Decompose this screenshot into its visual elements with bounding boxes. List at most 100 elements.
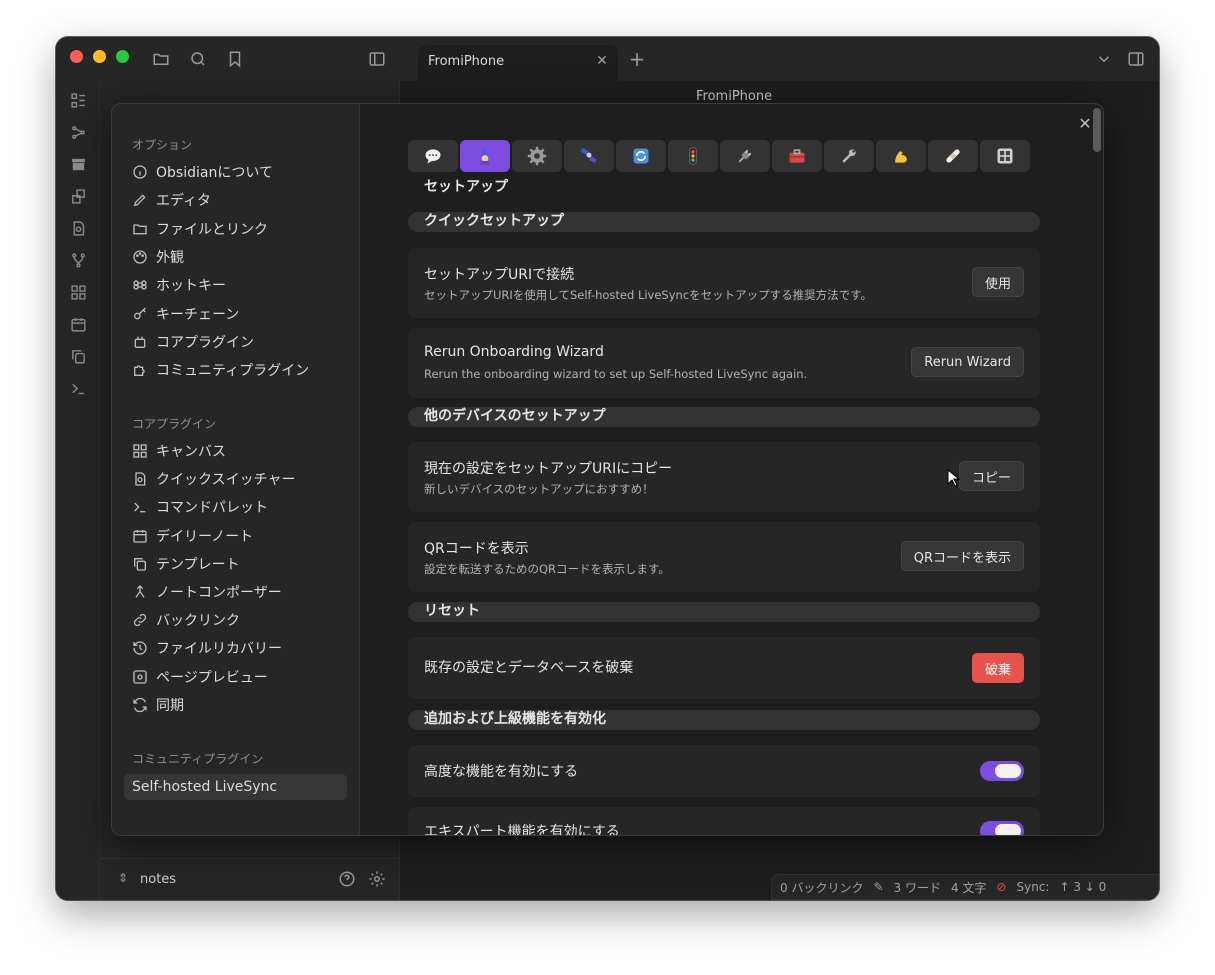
sidebar-item-label: エディタ: [156, 193, 212, 210]
setting-name: Rerun Onboarding Wizard: [424, 344, 604, 360]
plug-icon: [738, 149, 752, 163]
vault-switcher[interactable]: ⇕ notes: [100, 858, 400, 900]
tab-grid[interactable]: [980, 140, 1030, 172]
satellite-icon: [580, 147, 597, 164]
info-circle-icon: [133, 165, 147, 179]
sidebar-item[interactable]: Obsidianについて: [132, 159, 273, 185]
sidebar-item-label: キーチェーン: [156, 306, 240, 323]
sidebar-item[interactable]: デイリーノート: [132, 523, 253, 549]
close-window-button[interactable]: [70, 50, 83, 63]
sidebar-item[interactable]: コアプラグイン: [132, 329, 254, 355]
sidebar-item[interactable]: ページプレビュー: [132, 664, 268, 690]
search-icon[interactable]: [187, 48, 209, 70]
sidebar-item[interactable]: エディタ: [132, 187, 211, 213]
git-branch-icon[interactable]: [67, 249, 89, 271]
tab-toolbox[interactable]: [772, 140, 822, 172]
calendar-icon: [133, 529, 147, 543]
sidebar-item[interactable]: キャンバス: [132, 438, 226, 464]
sidebar-item-label: 同期: [156, 697, 184, 714]
tab-traffic-light[interactable]: [668, 140, 718, 172]
expert-features-toggle[interactable]: [980, 821, 1024, 835]
zoom-window-button[interactable]: [116, 50, 129, 63]
sidebar-item[interactable]: ファイルとリンク: [132, 216, 268, 242]
pencil-icon: [133, 194, 146, 207]
sidebar-item-label: Obsidianについて: [156, 165, 273, 181]
char-count: 4 文字: [950, 880, 987, 895]
sidebar-item[interactable]: キーチェーン: [132, 301, 239, 327]
tab-close-icon[interactable]: ✕: [594, 53, 610, 69]
chevron-up-down-icon: ⇕: [118, 871, 129, 885]
sidebar-item[interactable]: 同期: [132, 692, 184, 718]
tab-refresh[interactable]: [616, 140, 666, 172]
muscle-icon: [895, 151, 907, 163]
advanced-features-toggle[interactable]: [980, 761, 1024, 781]
settings-gear-icon[interactable]: [368, 870, 388, 890]
sync-status-icon[interactable]: [67, 185, 89, 207]
tab-satellite[interactable]: [564, 140, 614, 172]
tab-fromiphone[interactable]: FromiPhone ✕: [418, 45, 618, 81]
setting-name: 現在の設定をセットアップURIにコピー: [424, 461, 673, 477]
title-bar: FromiPhone ✕ +: [56, 37, 1159, 81]
section-title: クイックセットアップ: [424, 213, 564, 229]
folder-icon[interactable]: [150, 48, 172, 70]
help-icon[interactable]: [338, 870, 358, 890]
sync-counts: ↑ 3 ↓ 0: [1059, 880, 1107, 894]
tab-bandage[interactable]: [928, 140, 978, 172]
sidebar-item[interactable]: ノートコンポーザー: [132, 579, 282, 605]
terminal-icon[interactable]: [67, 377, 89, 399]
wrench-icon: [842, 149, 856, 163]
settings-sidebar: オプション Obsidianについて エディタファイルとリンク 外観 ホットキーキーチ…: [112, 104, 360, 835]
tab-muscle[interactable]: [876, 140, 926, 172]
sidebar-item[interactable]: バックリンク: [132, 607, 240, 633]
sync-icon: [133, 697, 147, 712]
setting-expert-features: エキスパート機能を有効にする: [408, 807, 1040, 835]
show-qr-button[interactable]: QRコードを表示: [900, 541, 1024, 571]
section-quick-setup: クイックセットアップ: [408, 212, 1040, 232]
archive-icon[interactable]: [67, 153, 89, 175]
calendar-icon[interactable]: [67, 313, 89, 335]
chevron-down-icon[interactable]: [1093, 48, 1115, 70]
copy-icon[interactable]: [67, 345, 89, 367]
section-advanced: 追加および上級機能を有効化: [408, 710, 1040, 730]
tab-speech-bubble[interactable]: [408, 140, 458, 172]
section-title: リセット: [424, 603, 480, 619]
tab-gear[interactable]: [512, 140, 562, 172]
group-options: オプション: [132, 138, 193, 152]
backlinks-count[interactable]: 0 バックリンク: [780, 879, 863, 896]
sync-off-icon[interactable]: ⊘: [996, 880, 1006, 894]
new-tab-button[interactable]: +: [626, 47, 648, 71]
section-title: 他のデバイスのセットアップ: [424, 408, 606, 424]
file-search-icon[interactable]: [67, 217, 89, 239]
sidebar-item[interactable]: ホットキー: [132, 272, 226, 298]
tab-wrench[interactable]: [824, 140, 874, 172]
copy-icon: [134, 557, 146, 571]
tab-wizard[interactable]: [460, 140, 510, 172]
rerun-wizard-button[interactable]: Rerun Wizard: [911, 347, 1024, 377]
network-icon[interactable]: [67, 121, 89, 143]
modal-close-icon[interactable]: ✕: [1075, 114, 1095, 134]
sidebar-item[interactable]: 外観: [132, 244, 184, 270]
copy-button[interactable]: コピー: [958, 461, 1024, 491]
sidebar-toggle-icon[interactable]: [366, 48, 388, 70]
refresh-icon: [633, 148, 649, 164]
setting-name: セットアップURIで接続: [424, 267, 575, 283]
tab-plug[interactable]: [720, 140, 770, 172]
discard-button[interactable]: 破棄: [971, 653, 1024, 683]
sidebar-item[interactable]: コマンドパレット: [132, 494, 268, 520]
sidebar-item[interactable]: クイックスイッチャー: [132, 466, 295, 492]
right-sidebar-toggle-icon[interactable]: [1125, 48, 1147, 70]
sidebar-item-self-hosted-livesync[interactable]: Self-hosted LiveSync: [124, 774, 347, 800]
sidebar-item[interactable]: コミュニティプラグイン: [132, 357, 309, 383]
scrollbar[interactable]: [1093, 108, 1101, 152]
graph-icon[interactable]: [67, 89, 89, 111]
minimize-window-button[interactable]: [93, 50, 106, 63]
sidebar-item-label: コミュニティプラグイン: [156, 363, 310, 380]
sidebar-item[interactable]: ファイルリカバリー: [132, 635, 282, 661]
canvas-icon[interactable]: [67, 281, 89, 303]
sidebar-item-label: コマンドパレット: [156, 500, 268, 517]
merge-icon: [135, 585, 145, 598]
setting-desc: 新しいデバイスのセットアップにおすすめ！: [424, 482, 654, 496]
sidebar-item[interactable]: テンプレート: [132, 551, 240, 577]
use-setup-uri-button[interactable]: 使用: [971, 267, 1024, 297]
bookmark-icon[interactable]: [224, 48, 246, 70]
